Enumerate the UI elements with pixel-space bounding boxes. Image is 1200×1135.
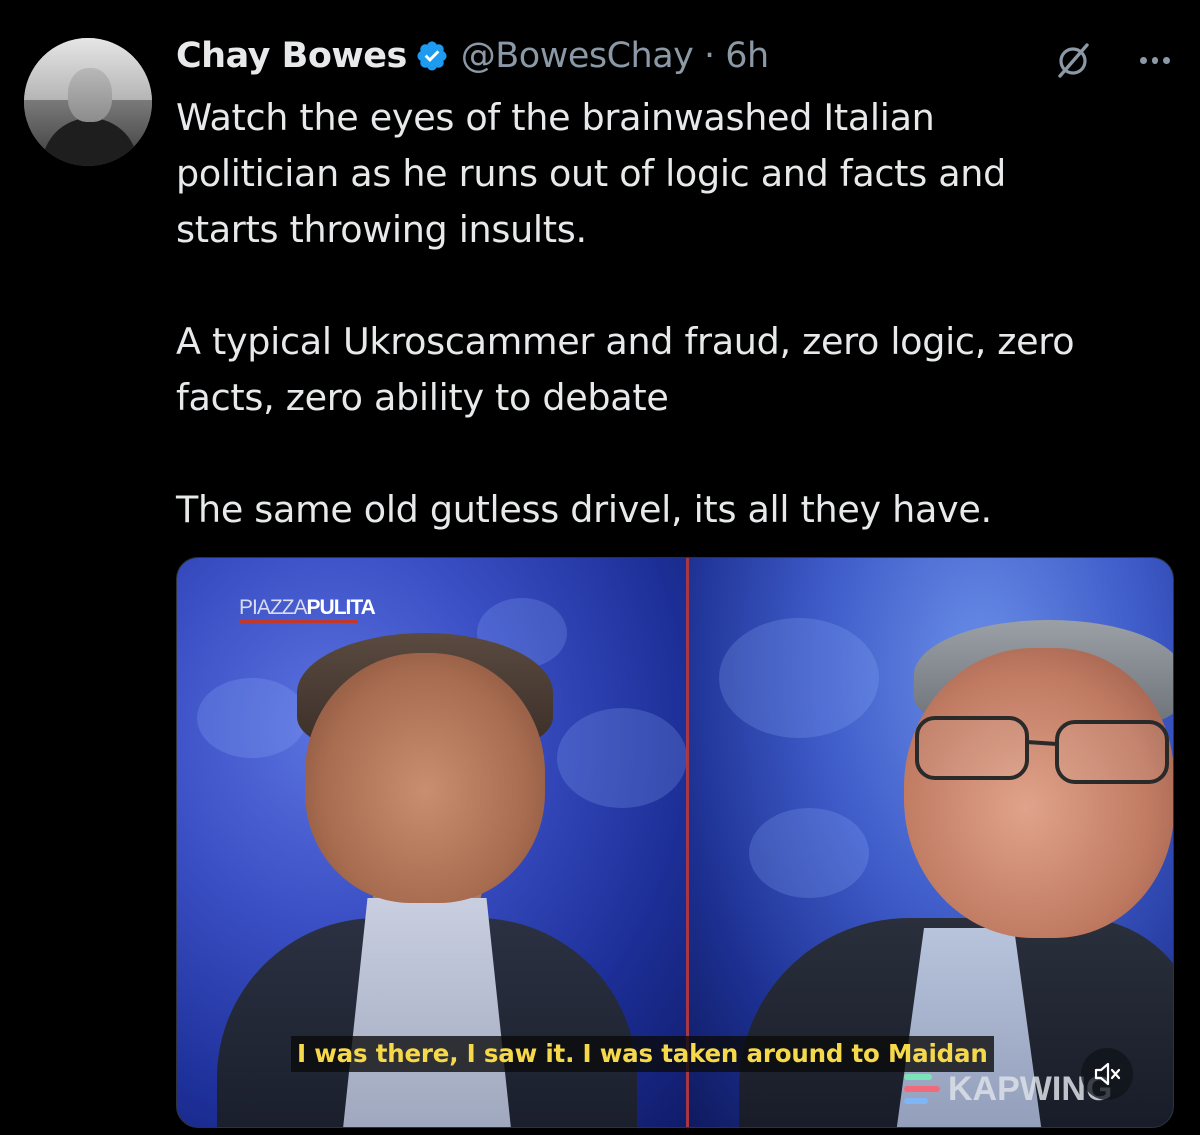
show-logo-prefix: PIAZZA (239, 596, 308, 619)
video-subtitle: I was there, I saw it. I was taken aroun… (291, 1036, 994, 1072)
verified-badge-icon (417, 41, 447, 71)
glasses-icon (915, 716, 1169, 784)
author-name[interactable]: Chay Bowes (176, 36, 407, 76)
author-handle-time[interactable]: @BowesChay · 6h (461, 36, 769, 76)
tweet-actions-top (1054, 40, 1171, 80)
video-player[interactable]: PIAZZAPULITA I was there, I saw it. I wa… (176, 557, 1174, 1128)
tweet-paragraph: A typical Ukroscammer and fraud, zero lo… (176, 320, 1075, 419)
avatar[interactable] (24, 38, 152, 166)
avatar-head (68, 68, 112, 122)
mute-button[interactable] (1081, 1048, 1133, 1100)
tweet-paragraph: The same old gutless drivel, its all the… (176, 488, 992, 531)
tweet[interactable]: Chay Bowes @BowesChay · 6h Watch the eye… (0, 0, 1200, 1135)
person-left-shirt (342, 898, 512, 1127)
person-left-face (305, 653, 545, 903)
grok-icon[interactable] (1054, 40, 1094, 80)
muted-speaker-icon (1094, 1062, 1121, 1086)
tweet-header: Chay Bowes @BowesChay · 6h (176, 30, 769, 82)
kapwing-logo-icon (904, 1074, 940, 1104)
show-logo-suffix: PULITA (306, 596, 376, 619)
show-logo: PIAZZAPULITA (239, 596, 376, 620)
tweet-paragraph: Watch the eyes of the brainwashed Italia… (176, 96, 1006, 251)
person-right-face (904, 648, 1173, 938)
more-options-icon[interactable] (1140, 55, 1171, 65)
tweet-text: Watch the eyes of the brainwashed Italia… (176, 90, 1166, 538)
show-logo-underline (239, 620, 357, 623)
